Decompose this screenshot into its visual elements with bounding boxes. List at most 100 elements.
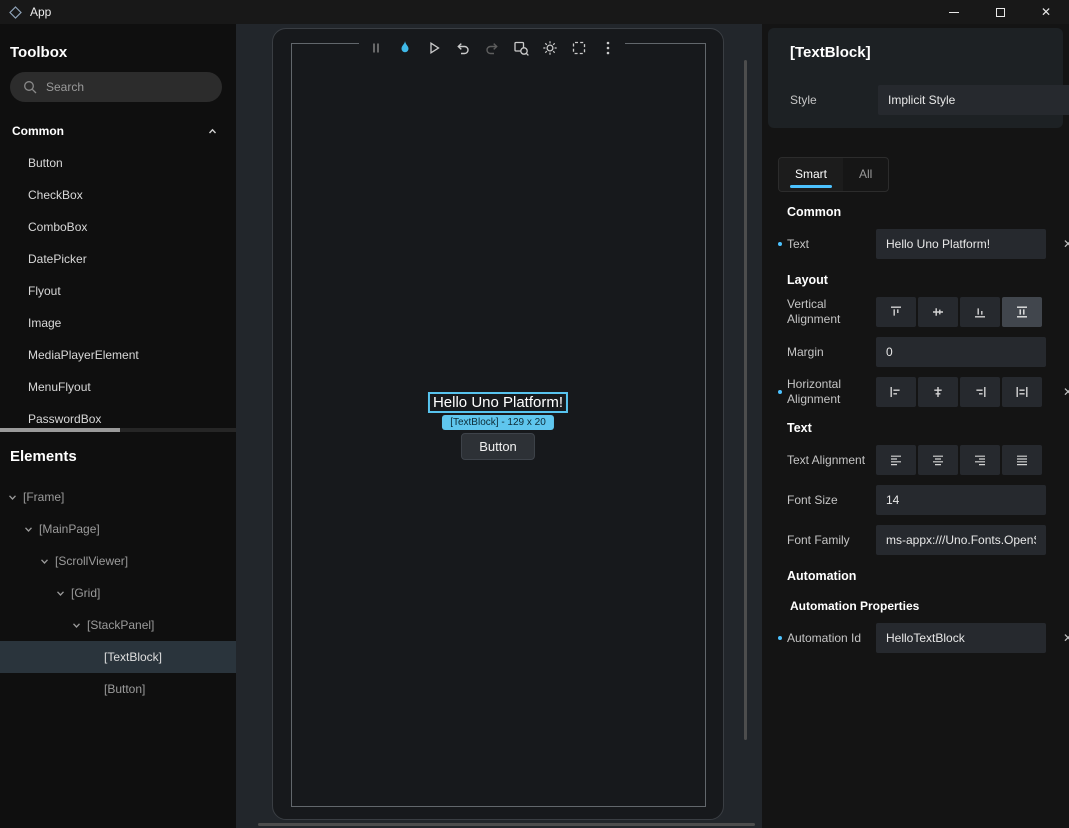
chevron-down-icon[interactable] — [24, 525, 33, 534]
halign-stretch-icon — [1014, 384, 1030, 400]
style-value-input[interactable] — [878, 85, 1069, 115]
tree-item-textblock-selected[interactable]: [TextBlock] — [0, 641, 236, 673]
toolbox-item-button[interactable]: Button — [0, 147, 236, 179]
tree-item-frame[interactable]: [Frame] — [0, 481, 236, 513]
horizontal-alignment-group — [876, 377, 1046, 407]
section-common: Common — [787, 205, 1069, 219]
property-row-text-alignment: Text Alignment — [762, 445, 1069, 475]
tree-item-label: [TextBlock] — [104, 650, 162, 664]
device-frame: Hello Uno Platform! [TextBlock] - 129 x … — [272, 28, 724, 820]
redo-icon[interactable] — [483, 39, 501, 57]
valign-center-button[interactable] — [918, 297, 958, 327]
scrollbar-thumb[interactable] — [0, 428, 120, 432]
more-options-icon[interactable] — [599, 39, 617, 57]
tree-item-stackpanel[interactable]: [StackPanel] — [0, 609, 236, 641]
vertical-alignment-group — [876, 297, 1046, 327]
chevron-down-icon[interactable] — [8, 493, 17, 502]
close-icon: ✕ — [1041, 6, 1051, 18]
drag-handle-icon[interactable] — [367, 39, 385, 57]
halign-left-icon — [888, 384, 904, 400]
valign-stretch-button[interactable] — [1002, 297, 1042, 327]
hot-reload-flame-icon[interactable] — [396, 39, 414, 57]
halign-right-icon — [972, 384, 988, 400]
text-align-left-button[interactable] — [876, 445, 916, 475]
toolbox-item-list: Button CheckBox ComboBox DatePicker Flyo… — [0, 147, 236, 435]
chevron-up-icon — [208, 127, 217, 136]
tree-item-label: [Frame] — [23, 490, 64, 504]
toolbox-item-menuflyout[interactable]: MenuFlyout — [0, 371, 236, 403]
automation-id-input[interactable] — [876, 623, 1046, 653]
chevron-down-icon[interactable] — [56, 589, 65, 598]
undo-icon[interactable] — [454, 39, 472, 57]
modified-indicator — [778, 390, 782, 394]
toolbox-section-common[interactable]: Common — [0, 115, 236, 147]
text-value-input[interactable] — [876, 229, 1046, 259]
tree-item-label: [StackPanel] — [87, 618, 154, 632]
show-outlines-icon[interactable] — [570, 39, 588, 57]
toolbox-horizontal-scrollbar[interactable] — [0, 428, 236, 432]
canvas-horizontal-scrollbar[interactable] — [258, 823, 755, 826]
chevron-down-icon[interactable] — [72, 621, 81, 630]
valign-center-icon — [930, 304, 946, 320]
style-label: Style — [790, 93, 817, 107]
text-align-center-icon — [930, 452, 946, 468]
valign-bottom-button[interactable] — [960, 297, 1000, 327]
play-button-icon[interactable] — [425, 39, 443, 57]
text-align-justify-button[interactable] — [1002, 445, 1042, 475]
window-controls: ✕ — [931, 0, 1069, 24]
text-alignment-label: Text Alignment — [787, 453, 872, 468]
canvas-vertical-scrollbar[interactable] — [744, 60, 747, 740]
valign-top-button[interactable] — [876, 297, 916, 327]
toolbox-item-datepicker[interactable]: DatePicker — [0, 243, 236, 275]
search-input[interactable] — [46, 80, 210, 94]
properties-tabs: Smart All — [778, 157, 889, 192]
chevron-down-icon[interactable] — [40, 557, 49, 566]
toolbox-item-checkbox[interactable]: CheckBox — [0, 179, 236, 211]
maximize-icon — [996, 8, 1005, 17]
halign-stretch-button[interactable] — [1002, 377, 1042, 407]
halign-center-button[interactable] — [918, 377, 958, 407]
inspect-element-icon[interactable] — [512, 39, 530, 57]
toolbox-heading: Toolbox — [10, 44, 67, 61]
text-align-justify-icon — [1014, 452, 1030, 468]
property-row-text: Text ✕ — [762, 229, 1069, 259]
font-size-input[interactable] — [876, 485, 1046, 515]
text-align-right-button[interactable] — [960, 445, 1000, 475]
halign-center-icon — [930, 384, 946, 400]
property-row-vertical-alignment: Vertical Alignment — [762, 297, 1069, 327]
valign-top-icon — [888, 304, 904, 320]
close-button[interactable]: ✕ — [1023, 0, 1069, 24]
maximize-button[interactable] — [977, 0, 1023, 24]
tab-all[interactable]: All — [843, 158, 888, 191]
modified-indicator — [778, 636, 782, 640]
toolbox-item-combobox[interactable]: ComboBox — [0, 211, 236, 243]
halign-left-button[interactable] — [876, 377, 916, 407]
property-row-font-family: Font Family — [762, 525, 1069, 555]
toolbox-item-mediaplayerelement[interactable]: MediaPlayerElement — [0, 339, 236, 371]
tree-item-button[interactable]: [Button] — [0, 673, 236, 705]
text-align-center-button[interactable] — [918, 445, 958, 475]
selected-textblock[interactable]: Hello Uno Platform! — [428, 392, 568, 413]
valign-bottom-icon — [972, 304, 988, 320]
theme-toggle-sun-icon[interactable] — [541, 39, 559, 57]
tree-item-scrollviewer[interactable]: [ScrollViewer] — [0, 545, 236, 577]
font-family-input[interactable] — [876, 525, 1046, 555]
toolbox-item-image[interactable]: Image — [0, 307, 236, 339]
tree-item-grid[interactable]: [Grid] — [0, 577, 236, 609]
toolbox-item-flyout[interactable]: Flyout — [0, 275, 236, 307]
horizontal-alignment-label: Horizontal Alignment — [787, 377, 872, 407]
app-title: App — [30, 5, 51, 19]
canvas-button[interactable]: Button — [461, 433, 535, 460]
clipped-action-icon[interactable]: ✕ — [1063, 386, 1069, 398]
vertical-alignment-label: Vertical Alignment — [787, 297, 872, 327]
tab-smart[interactable]: Smart — [779, 158, 843, 191]
clipped-action-icon[interactable]: ✕ — [1063, 238, 1069, 250]
minimize-button[interactable] — [931, 0, 977, 24]
clipped-action-icon[interactable]: ✕ — [1063, 632, 1069, 644]
margin-input[interactable] — [876, 337, 1046, 367]
property-row-margin: Margin — [762, 337, 1069, 367]
halign-right-button[interactable] — [960, 377, 1000, 407]
titlebar: App ✕ — [0, 0, 1069, 24]
properties-body: Common Text ✕ Layout Vertical Alignment — [762, 191, 1069, 663]
tree-item-mainpage[interactable]: [MainPage] — [0, 513, 236, 545]
